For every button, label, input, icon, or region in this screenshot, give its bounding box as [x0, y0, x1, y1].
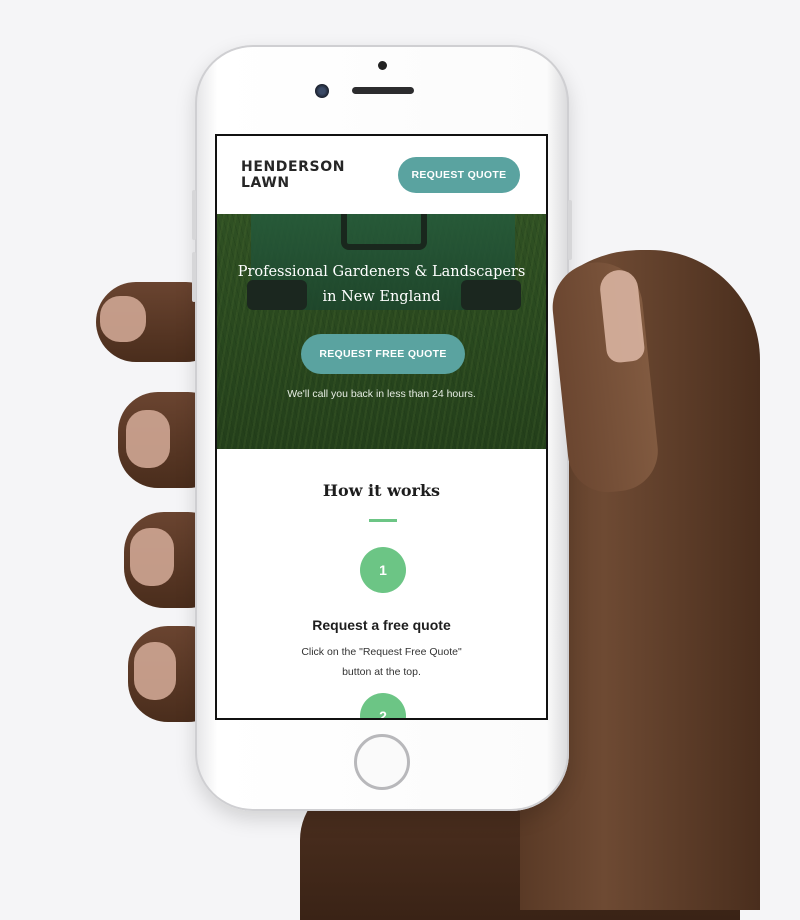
- fingernail-2: [126, 410, 170, 468]
- fingernail-4: [134, 642, 176, 700]
- step-1-description: Click on the "Request Free Quote" button…: [217, 642, 546, 682]
- request-free-quote-button[interactable]: REQUEST FREE QUOTE: [301, 334, 465, 374]
- request-quote-button[interactable]: REQUEST QUOTE: [397, 157, 520, 193]
- brand-logo[interactable]: HENDERSON LAWN: [241, 159, 398, 191]
- how-it-works-heading: How it works: [322, 481, 441, 500]
- heading-divider: [369, 519, 397, 522]
- hero-section: Professional Gardeners & Landscapers in …: [217, 214, 546, 449]
- fingernail-3: [130, 528, 174, 586]
- home-button[interactable]: [354, 734, 410, 790]
- fingernail-1: [100, 296, 146, 342]
- step-1-title: Request a free quote: [312, 617, 451, 633]
- hero-overlay: [217, 214, 546, 449]
- hero-title-line-1: Professional Gardeners & Landscapers: [237, 264, 526, 280]
- step-2-badge: 2: [360, 693, 406, 718]
- proximity-sensor: [378, 61, 387, 70]
- power-button: [568, 200, 572, 260]
- volume-up-button: [192, 190, 196, 240]
- earpiece-speaker: [352, 87, 414, 94]
- hero-title-line-2: in New England: [322, 289, 441, 305]
- hero-title: Professional Gardeners & Landscapers in …: [217, 260, 546, 310]
- phone-screen: HENDERSON LAWN REQUEST QUOTE Professiona…: [215, 134, 548, 720]
- front-camera-icon: [315, 84, 329, 98]
- step-1-description-line-1: Click on the "Request Free Quote": [301, 646, 462, 658]
- site-header: HENDERSON LAWN REQUEST QUOTE: [217, 136, 546, 214]
- step-1-badge: 1: [360, 547, 406, 593]
- volume-down-button: [192, 252, 196, 302]
- callback-note: We'll call you back in less than 24 hour…: [287, 388, 476, 400]
- step-1-description-line-2: button at the top.: [342, 666, 421, 678]
